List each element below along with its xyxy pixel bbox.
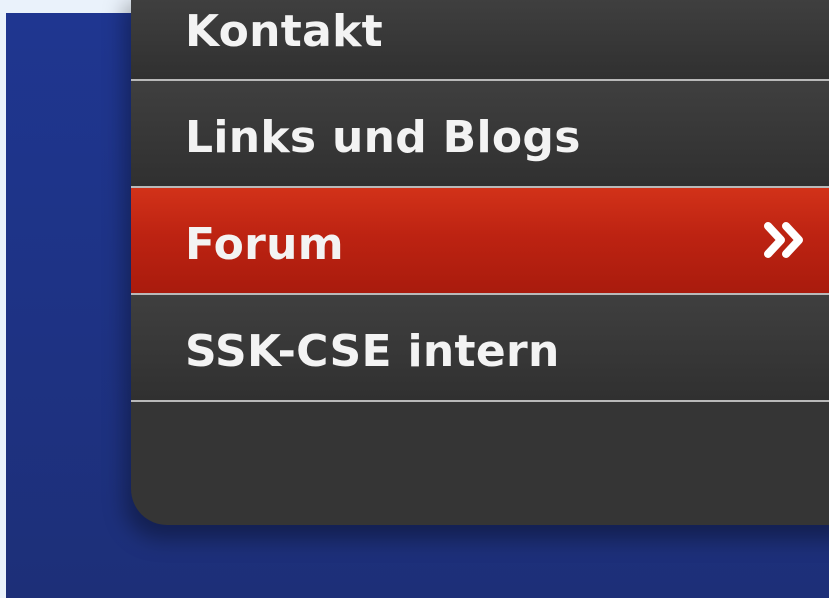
side-navigation: Kontakt Links und Blogs Forum SSK-CSE in… xyxy=(131,0,829,525)
navigation-list: Kontakt Links und Blogs Forum SSK-CSE in… xyxy=(131,0,829,402)
page: Kontakt Links und Blogs Forum SSK-CSE in… xyxy=(0,0,829,598)
nav-item-links-und-blogs[interactable]: Links und Blogs xyxy=(131,81,829,188)
nav-item-forum[interactable]: Forum xyxy=(131,188,829,295)
nav-item-label: SSK-CSE intern xyxy=(185,326,560,377)
nav-item-label: Links und Blogs xyxy=(185,112,581,163)
nav-item-ssk-cse-intern[interactable]: SSK-CSE intern xyxy=(131,295,829,402)
nav-item-kontakt[interactable]: Kontakt xyxy=(131,0,829,81)
double-chevron-right-icon xyxy=(764,217,808,263)
nav-item-label: Forum xyxy=(185,219,344,270)
nav-item-label: Kontakt xyxy=(185,6,383,57)
